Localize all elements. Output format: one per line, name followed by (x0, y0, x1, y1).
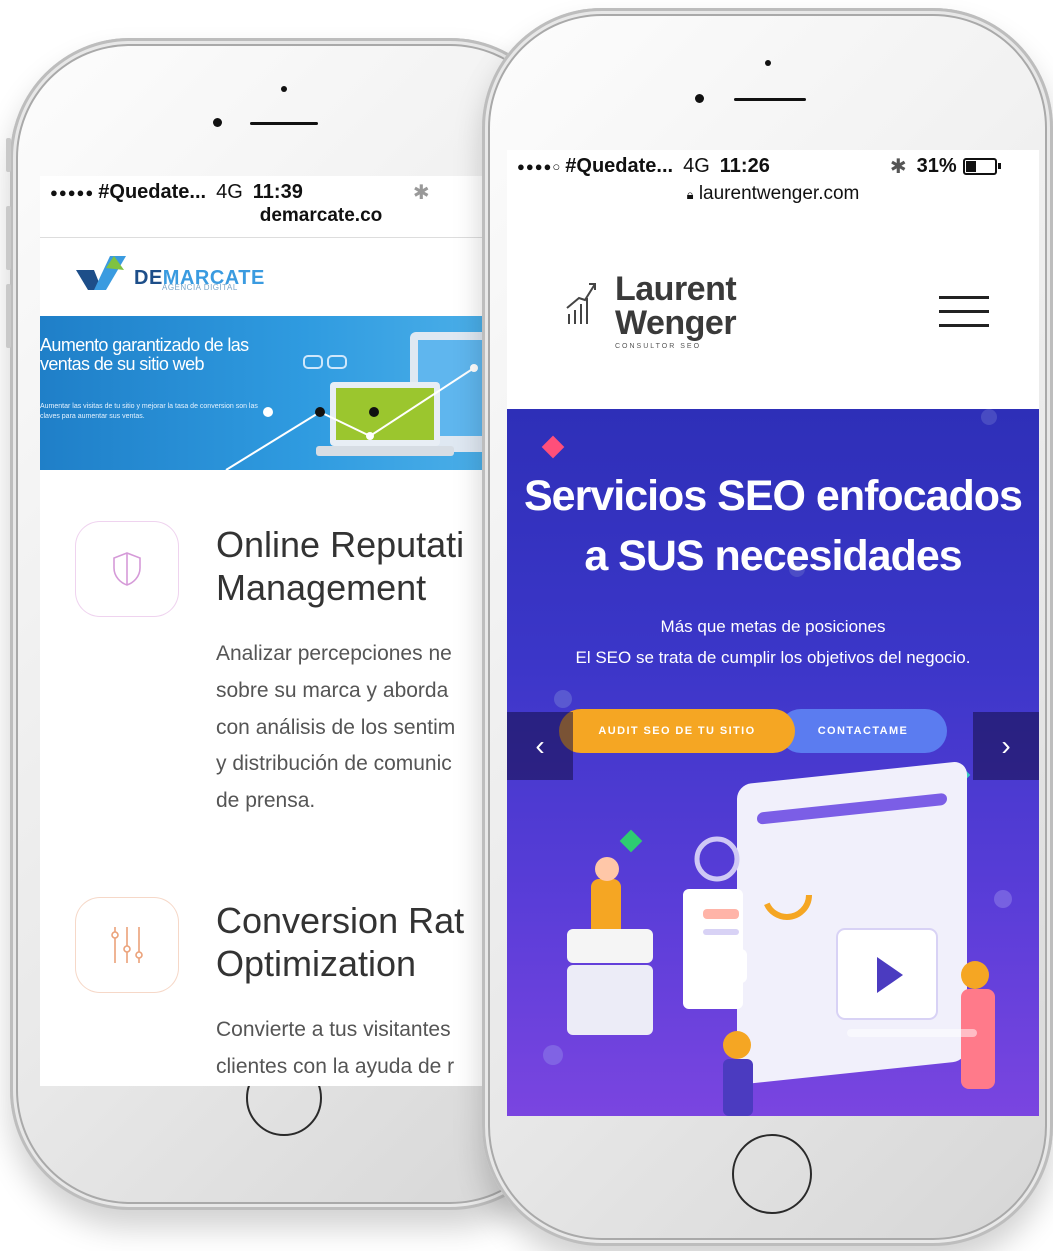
service-desc-line: sobre su marca y aborda (216, 679, 449, 702)
hero-subtitle-line2: El SEO se trata de cumplir los objetivos… (575, 648, 971, 667)
status-bar: ●●●●○ #Quedate... 4G 11:26 ✱ 31% 🔒︎ laur… (507, 154, 1039, 205)
hero-title-line2: a SUS necesidades (584, 532, 962, 580)
service-desc-line: Convierte a tus visitantes (216, 1018, 451, 1041)
service-desc-line: clientes con la ayuda de r (216, 1055, 455, 1078)
service-title-line2: Management (216, 567, 427, 608)
clock: 11:26 (719, 155, 770, 177)
hero-section: Servicios SEO enfocados a SUS necesidade… (507, 409, 1039, 1116)
clock: 11:39 (252, 181, 303, 203)
network-label: 4G (683, 155, 710, 177)
service-desc-line: con análisis de los sentim (216, 716, 456, 739)
hero-title-line1: Servicios SEO enfocados (524, 472, 1023, 520)
chevron-left-icon: ‹ (535, 730, 545, 761)
logo-line2: Wenger (615, 304, 737, 342)
proximity-sensor (765, 60, 771, 66)
logo-de: DE (134, 267, 163, 289)
logo-subtitle: AGENCIA DIGITAL (162, 283, 238, 292)
signal-icon: ●●●●○ (517, 159, 562, 174)
service-title-line1: Conversion Rat (216, 900, 465, 941)
shield-icon (76, 522, 178, 616)
carousel-next-button[interactable]: › (973, 712, 1039, 780)
audit-seo-button[interactable]: AUDIT SEO DE TU SITIO (559, 709, 795, 753)
chart-growth-icon (566, 283, 596, 324)
divider (40, 237, 482, 238)
banner-illustration (225, 332, 482, 470)
chevron-right-icon: › (1001, 730, 1011, 761)
service-desc-line: de prensa. (216, 789, 316, 812)
proximity-sensor (281, 86, 287, 92)
service-title-line2: Optimization (216, 943, 417, 984)
bluetooth-icon: ✱ (889, 156, 907, 178)
service-desc-line: y distribución de comunic (216, 752, 452, 775)
address-bar[interactable]: demarcate.co (40, 205, 482, 227)
volume-up-button (6, 206, 11, 270)
battery-percent: 31% (916, 155, 957, 177)
hero-subtitle-line1: Más que metas de posiciones (660, 617, 886, 636)
address-bar[interactable]: 🔒︎ laurentwenger.com (507, 183, 1039, 205)
service-title-line1: Online Reputati (216, 524, 465, 565)
screen-left: ●●●●● #Quedate... 4G 11:39 ✱ demarcate.c… (40, 176, 482, 1086)
logo-line1: Laurent (615, 270, 737, 308)
service-desc-line: Analizar percepciones ne (216, 642, 452, 665)
signal-icon: ●●●●● (50, 185, 95, 200)
contact-button[interactable]: CONTACTAME (779, 709, 947, 753)
carousel-prev-button[interactable]: ‹ (507, 712, 573, 780)
lock-icon: 🔒︎ (686, 187, 694, 202)
front-camera-icon (695, 94, 704, 103)
battery-icon (962, 158, 1001, 175)
hero-banner: Aumento garantizado de las ventas de su … (40, 316, 482, 470)
bluetooth-icon: ✱ (412, 182, 430, 204)
network-label: 4G (216, 181, 243, 203)
sliders-icon (76, 898, 178, 992)
carrier-label: #Quedate... (98, 181, 207, 203)
mute-switch (6, 138, 11, 172)
url-text: laurentwenger.com (698, 183, 860, 204)
earpiece (250, 122, 318, 125)
carrier-label: #Quedate... (565, 155, 674, 177)
front-camera-icon (213, 118, 222, 127)
earpiece (734, 98, 806, 101)
url-text: demarcate.co (259, 205, 383, 226)
volume-down-button (6, 284, 11, 348)
hamburger-menu-icon[interactable] (939, 296, 989, 328)
logo-subtitle: CONSULTOR SEO (615, 343, 702, 350)
home-button[interactable] (732, 1134, 812, 1214)
status-bar: ●●●●● #Quedate... 4G 11:39 ✱ demarcate.c… (40, 180, 482, 227)
demarcate-logo-icon (76, 256, 126, 290)
site-header: Laurent Wenger CONSULTOR SEO (507, 216, 1039, 409)
screen-right: ●●●●○ #Quedate... 4G 11:26 ✱ 31% 🔒︎ laur… (507, 150, 1039, 1116)
